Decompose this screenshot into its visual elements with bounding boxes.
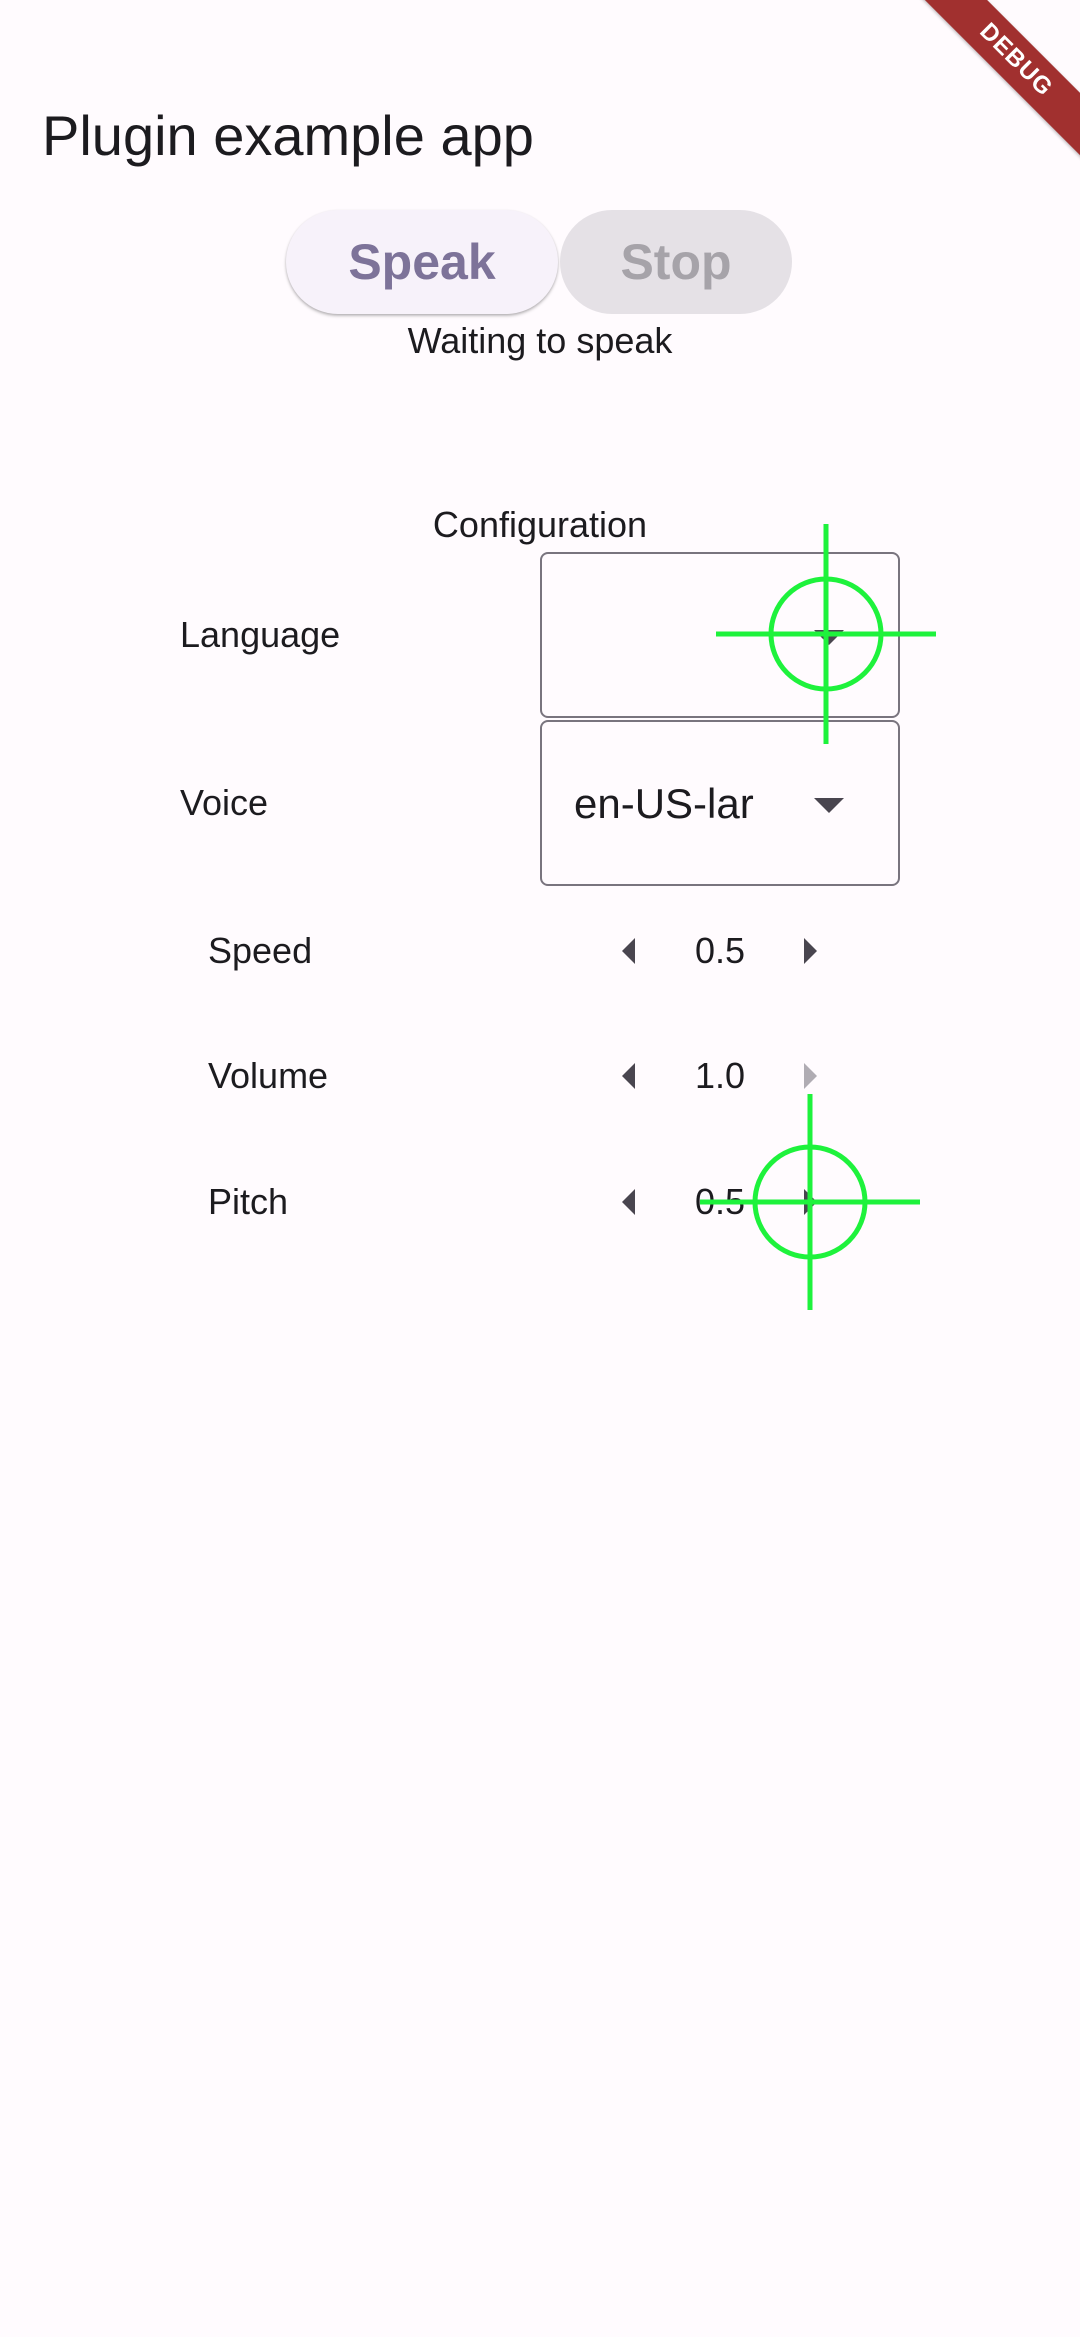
speak-button[interactable]: Speak: [286, 210, 558, 314]
configuration-heading: Configuration: [432, 504, 648, 545]
voice-dropdown[interactable]: en-US-lar: [540, 720, 900, 886]
stop-button[interactable]: Stop: [560, 210, 792, 314]
voice-dropdown-value: en-US-lar: [574, 780, 754, 827]
pitch-increment-icon[interactable]: [804, 1189, 817, 1215]
speech-status-text: Waiting to speak: [407, 320, 673, 361]
speed-value: 0.5: [694, 930, 746, 971]
arrow-drop-down-icon: [814, 798, 844, 813]
volume-decrement-icon[interactable]: [622, 1063, 635, 1089]
language-dropdown[interactable]: [540, 552, 900, 718]
arrow-drop-down-icon: [814, 630, 844, 645]
volume-increment-icon[interactable]: [804, 1063, 817, 1089]
language-label: Language: [180, 614, 341, 655]
voice-label: Voice: [180, 782, 269, 823]
speed-increment-icon[interactable]: [804, 938, 817, 964]
speed-label: Speed: [208, 930, 313, 971]
pitch-decrement-icon[interactable]: [622, 1189, 635, 1215]
app-title: Plugin example app: [42, 104, 534, 167]
volume-label: Volume: [208, 1055, 329, 1096]
volume-value: 1.0: [694, 1055, 746, 1096]
pitch-label: Pitch: [208, 1181, 289, 1222]
pitch-value: 0.5: [694, 1181, 746, 1222]
debug-banner: DEBUG: [894, 0, 1080, 182]
speed-decrement-icon[interactable]: [622, 938, 635, 964]
